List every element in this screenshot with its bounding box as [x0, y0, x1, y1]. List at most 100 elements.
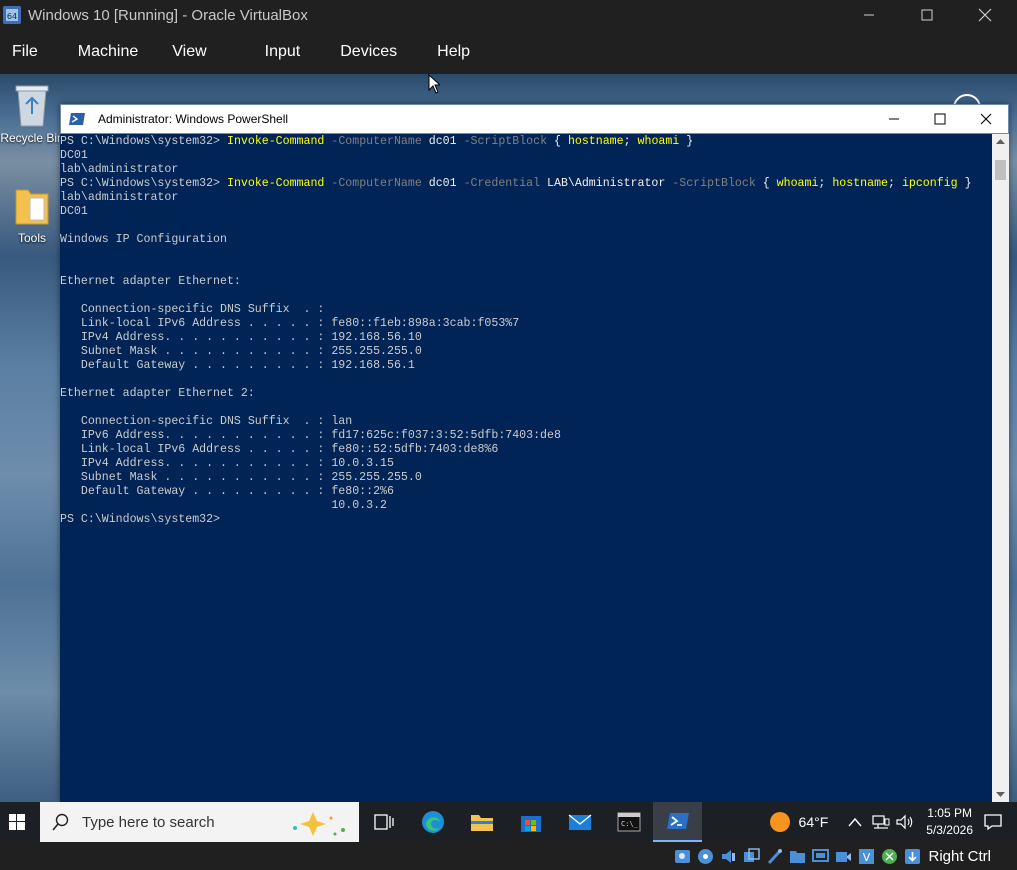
- host-key-label[interactable]: Right Ctrl: [928, 848, 991, 865]
- taskbar-task-view[interactable]: [359, 802, 408, 842]
- console-command-line: PS C:\Windows\system32> Invoke-Command -…: [60, 135, 992, 149]
- console-token: -ScriptBlock: [672, 177, 756, 190]
- weather-temperature[interactable]: 64°F: [799, 814, 829, 830]
- console-token: ;: [623, 135, 638, 148]
- ps-maximize-button[interactable]: [917, 104, 963, 134]
- vbox-titlebar: 64 Windows 10 [Running] - Oracle Virtual…: [0, 0, 1017, 30]
- taskbar-search[interactable]: Type here to search: [40, 802, 359, 842]
- search-icon: [52, 813, 69, 831]
- status-display[interactable]: [811, 847, 830, 866]
- start-button[interactable]: [0, 802, 34, 842]
- minimize-button[interactable]: [840, 0, 898, 30]
- maximize-icon: [921, 9, 933, 21]
- volume-icon[interactable]: [896, 814, 914, 830]
- console-token: hostname: [567, 135, 624, 148]
- taskbar-mail[interactable]: [555, 802, 604, 842]
- close-icon: [978, 8, 992, 22]
- folder-icon: [15, 189, 49, 225]
- console-token: -ComputerName: [331, 135, 422, 148]
- notification-center-icon[interactable]: [983, 813, 1003, 831]
- console-output-line: Connection-specific DNS Suffix . : lan: [60, 415, 353, 428]
- virtualization-icon: V: [859, 848, 875, 864]
- ps-scrollbar[interactable]: [992, 134, 1009, 802]
- console-token: {: [547, 135, 568, 148]
- weather-sun-icon[interactable]: [769, 811, 791, 833]
- console-output-line: 10.0.3.2: [60, 499, 387, 512]
- status-recording[interactable]: [834, 847, 853, 866]
- vbox-menubar: File Machine View Input Devices Help: [0, 30, 1017, 74]
- scroll-down-icon[interactable]: [996, 792, 1005, 798]
- ps-close-button[interactable]: [963, 104, 1009, 134]
- console-output-line: Default Gateway . . . . . . . . . : 192.…: [60, 359, 415, 372]
- status-shared-folders[interactable]: [788, 847, 807, 866]
- menu-input[interactable]: Input: [257, 43, 309, 61]
- taskbar-clock[interactable]: 1:05 PM 5/3/2026: [926, 805, 973, 839]
- status-keyboard-capture[interactable]: [903, 847, 922, 866]
- minimize-icon: [864, 14, 874, 16]
- svg-text:V: V: [863, 851, 871, 864]
- virtualbox-app-icon: 64: [3, 6, 21, 24]
- menu-help[interactable]: Help: [429, 43, 478, 61]
- taskbar-edge[interactable]: [408, 802, 457, 842]
- system-tray: 64°F 1:05 PM 5/3/2026: [769, 802, 1017, 842]
- console-output-line: DC01: [60, 205, 88, 218]
- recycle-bin-icon: [15, 85, 49, 127]
- console-output-line: Link-local IPv6 Address . . . . . : fe80…: [60, 443, 499, 456]
- network-icon[interactable]: [872, 814, 890, 830]
- status-optical-drive[interactable]: [696, 847, 715, 866]
- ps-minimize-button[interactable]: [871, 104, 917, 134]
- ps-scrollbar-thumb[interactable]: [995, 160, 1006, 180]
- chevron-up-icon[interactable]: [848, 817, 862, 827]
- console-token: -ComputerName: [331, 177, 422, 190]
- console-token: ;: [888, 177, 902, 190]
- taskbar-terminal[interactable]: C:\_: [604, 802, 653, 842]
- taskbar-file-explorer[interactable]: [457, 802, 506, 842]
- desktop-icon-recycle-bin[interactable]: Recycle Bin: [0, 82, 64, 145]
- close-icon: [980, 113, 992, 125]
- menu-devices[interactable]: Devices: [332, 43, 405, 61]
- status-virtualization[interactable]: V: [857, 847, 876, 866]
- status-audio[interactable]: [719, 847, 738, 866]
- taskbar: Type here to search C:\_ 64°F 1:05 PM 5/…: [0, 802, 1017, 842]
- powershell-titlebar[interactable]: Administrator: Windows PowerShell: [60, 104, 1009, 134]
- search-highlight-icon: [293, 812, 345, 836]
- console-output-line: DC01: [60, 149, 88, 162]
- taskbar-store[interactable]: [506, 802, 555, 842]
- scroll-up-icon[interactable]: [996, 138, 1005, 144]
- console-command-line: PS C:\Windows\system32> Invoke-Command -…: [60, 177, 992, 191]
- optical-drive-icon: [698, 848, 714, 864]
- status-mouse-integration[interactable]: [880, 847, 899, 866]
- status-network[interactable]: [742, 847, 761, 866]
- taskbar-powershell[interactable]: [653, 802, 702, 842]
- file-explorer-icon: [470, 815, 493, 831]
- console-token: {: [755, 177, 777, 190]
- console-token: ipconfig: [901, 177, 958, 190]
- audio-icon: [722, 849, 736, 863]
- window-title: Windows 10 [Running] - Oracle VirtualBox: [28, 6, 308, 24]
- task-view-icon: [373, 814, 394, 830]
- console-prompt: PS C:\Windows\system32>: [60, 135, 227, 148]
- menu-view[interactable]: View: [164, 43, 214, 61]
- console-output-line: IPv4 Address. . . . . . . . . . . : 10.0…: [60, 457, 394, 470]
- status-hard-disk[interactable]: [673, 847, 692, 866]
- clock-date: 5/3/2026: [926, 823, 973, 837]
- powershell-window[interactable]: Administrator: Windows PowerShell PS C:\…: [60, 104, 1009, 802]
- recording-icon: [836, 851, 852, 862]
- console-token: -Credential: [463, 177, 541, 190]
- desktop-icon-label: Recycle Bin: [0, 131, 64, 145]
- mail-icon: [568, 814, 591, 830]
- console-token: }: [679, 135, 694, 148]
- desktop-icon-tools[interactable]: Tools: [0, 182, 64, 245]
- console-token: -ScriptBlock: [463, 135, 548, 148]
- menu-machine[interactable]: Machine: [70, 43, 146, 61]
- close-button[interactable]: [956, 0, 1014, 30]
- console-token: Invoke-Command: [226, 177, 325, 190]
- status-usb[interactable]: [765, 847, 784, 866]
- maximize-button[interactable]: [898, 0, 956, 30]
- windows-logo-icon: [9, 814, 25, 830]
- powershell-console[interactable]: PS C:\Windows\system32> Invoke-Command -…: [60, 134, 992, 803]
- menu-file[interactable]: File: [4, 43, 46, 61]
